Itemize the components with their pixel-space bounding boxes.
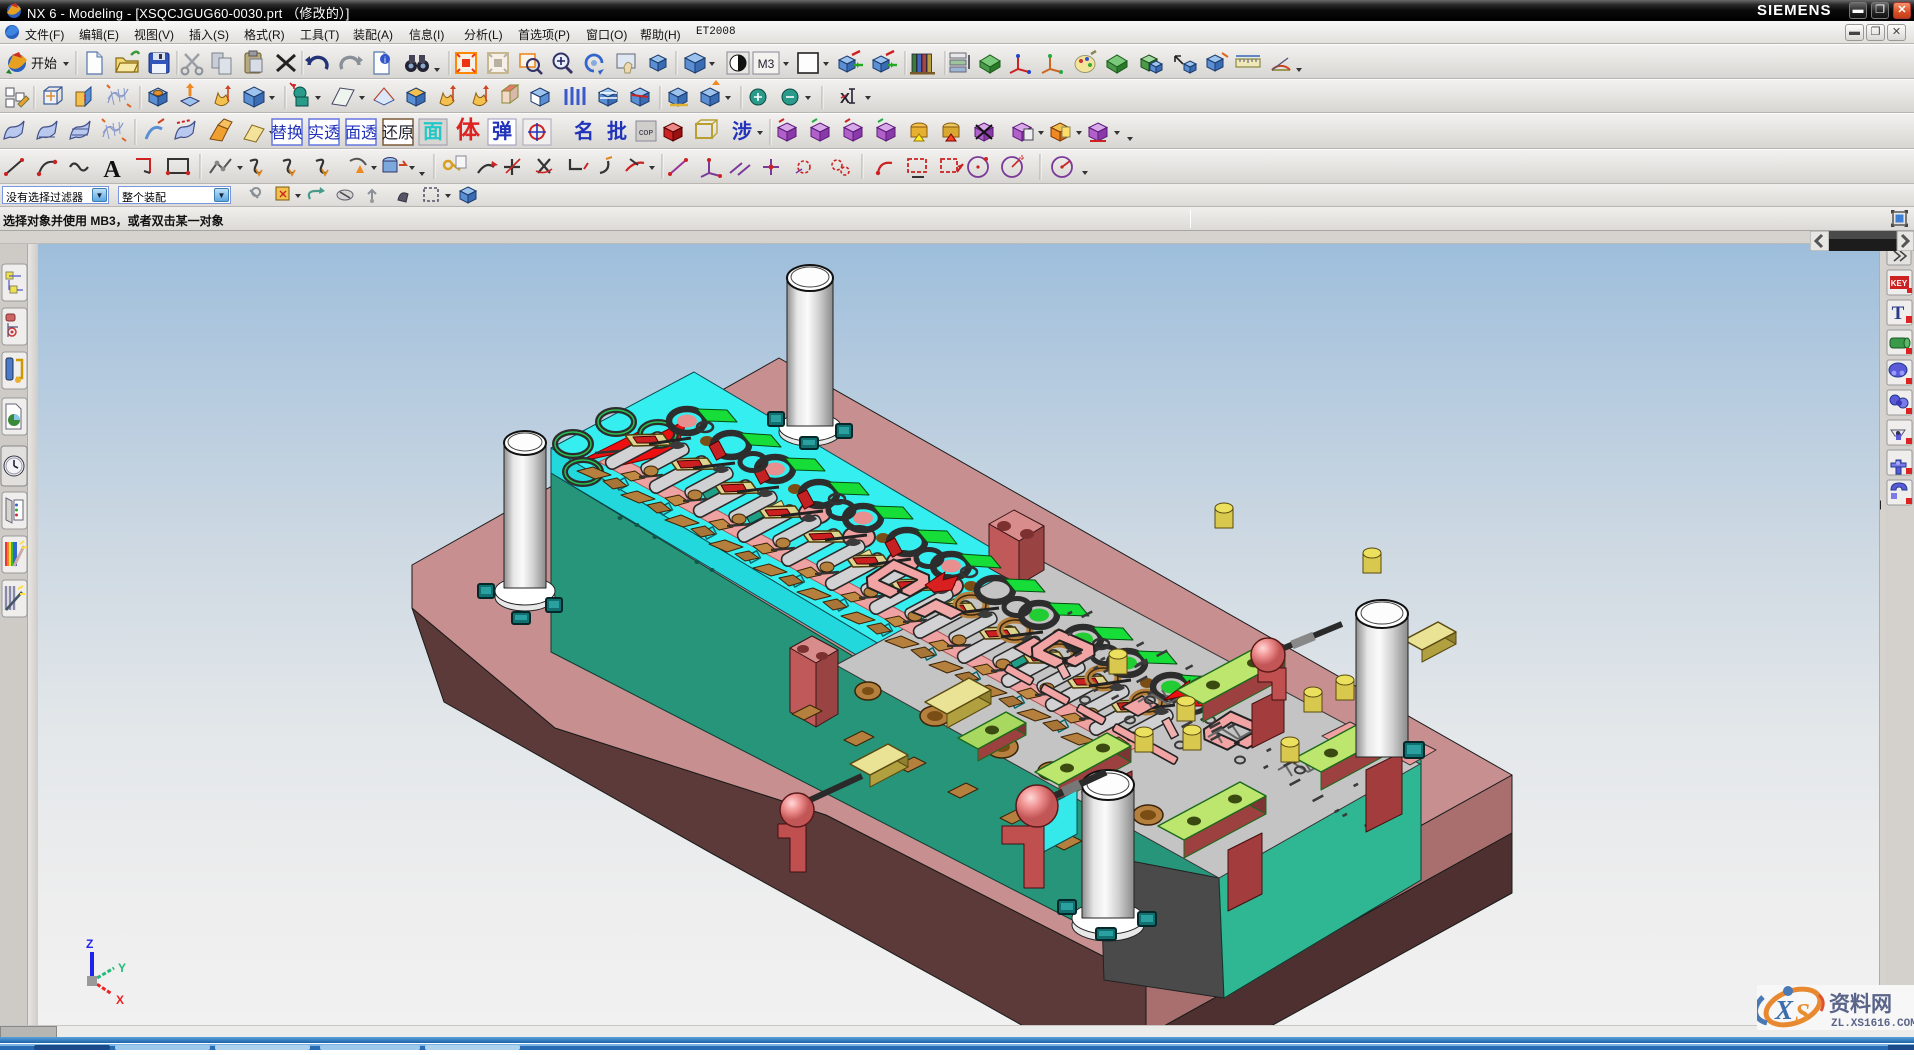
svg-text:开始: 开始 — [31, 56, 57, 71]
svg-text:批: 批 — [607, 119, 627, 143]
svg-text:体: 体 — [456, 117, 481, 144]
svg-text:M3: M3 — [758, 57, 775, 71]
svg-text:ZL.XS1616.COM: ZL.XS1616.COM — [1831, 1018, 1914, 1030]
svg-text:名: 名 — [574, 119, 594, 143]
svg-text:A: A — [103, 157, 121, 183]
svg-text:替换: 替换 — [271, 124, 303, 142]
svg-text:涉: 涉 — [732, 120, 752, 143]
svg-text:面: 面 — [423, 121, 443, 143]
svg-text:KEY: KEY — [1891, 279, 1908, 288]
svg-text:S: S — [1795, 998, 1810, 1028]
svg-text:还原: 还原 — [382, 124, 414, 142]
svg-text:面透: 面透 — [345, 124, 377, 142]
svg-text:Z: Z — [86, 937, 93, 951]
svg-text:X: X — [116, 993, 124, 1007]
svg-text:T: T — [1892, 303, 1905, 324]
svg-text:ᴄᴏᴘ: ᴄᴏᴘ — [639, 127, 654, 137]
svg-text:X: X — [1774, 995, 1794, 1025]
svg-text:i: i — [384, 55, 386, 65]
svg-text:Y: Y — [118, 961, 126, 975]
svg-text:资料网: 资料网 — [1829, 993, 1892, 1016]
svg-text:实透: 实透 — [308, 124, 340, 142]
svg-text:弹: 弹 — [492, 119, 512, 143]
